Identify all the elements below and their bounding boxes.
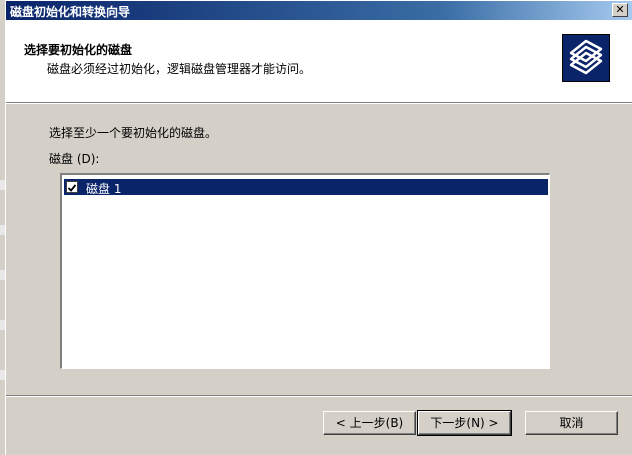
close-icon: ✕ — [615, 3, 625, 16]
next-button[interactable]: 下一步(N) > — [417, 410, 512, 436]
close-button[interactable]: ✕ — [612, 3, 628, 17]
instruction-text: 选择至少一个要初始化的磁盘。 — [49, 126, 218, 140]
title-bar[interactable]: 磁盘初始化和转换向导 ✕ — [6, 1, 632, 20]
wizard-dialog: 磁盘初始化和转换向导 ✕ 选择要初始化的磁盘 磁盘必须经过初始化，逻辑磁盘管理器… — [5, 0, 632, 455]
disk-checkbox[interactable] — [66, 181, 78, 193]
footer-separator-highlight — [6, 396, 632, 397]
checkmark-icon — [67, 184, 77, 192]
page-title: 选择要初始化的磁盘 — [24, 43, 133, 57]
wizard-header: 选择要初始化的磁盘 磁盘必须经过初始化，逻辑磁盘管理器才能访问。 — [6, 20, 632, 103]
window-title: 磁盘初始化和转换向导 — [10, 5, 131, 19]
list-item[interactable]: 磁盘 1 — [64, 179, 548, 196]
wizard-disks-icon — [562, 34, 610, 82]
disk-item-label: 磁盘 1 — [86, 182, 122, 196]
cancel-button[interactable]: 取消 — [525, 411, 618, 435]
disk-listbox[interactable]: 磁盘 1 — [60, 173, 550, 369]
header-divider — [6, 103, 632, 104]
back-button[interactable]: < 上一步(B) — [323, 411, 416, 435]
page-subtitle: 磁盘必须经过初始化，逻辑磁盘管理器才能访问。 — [47, 62, 312, 76]
disk-list-label: 磁盘 (D): — [49, 152, 100, 166]
